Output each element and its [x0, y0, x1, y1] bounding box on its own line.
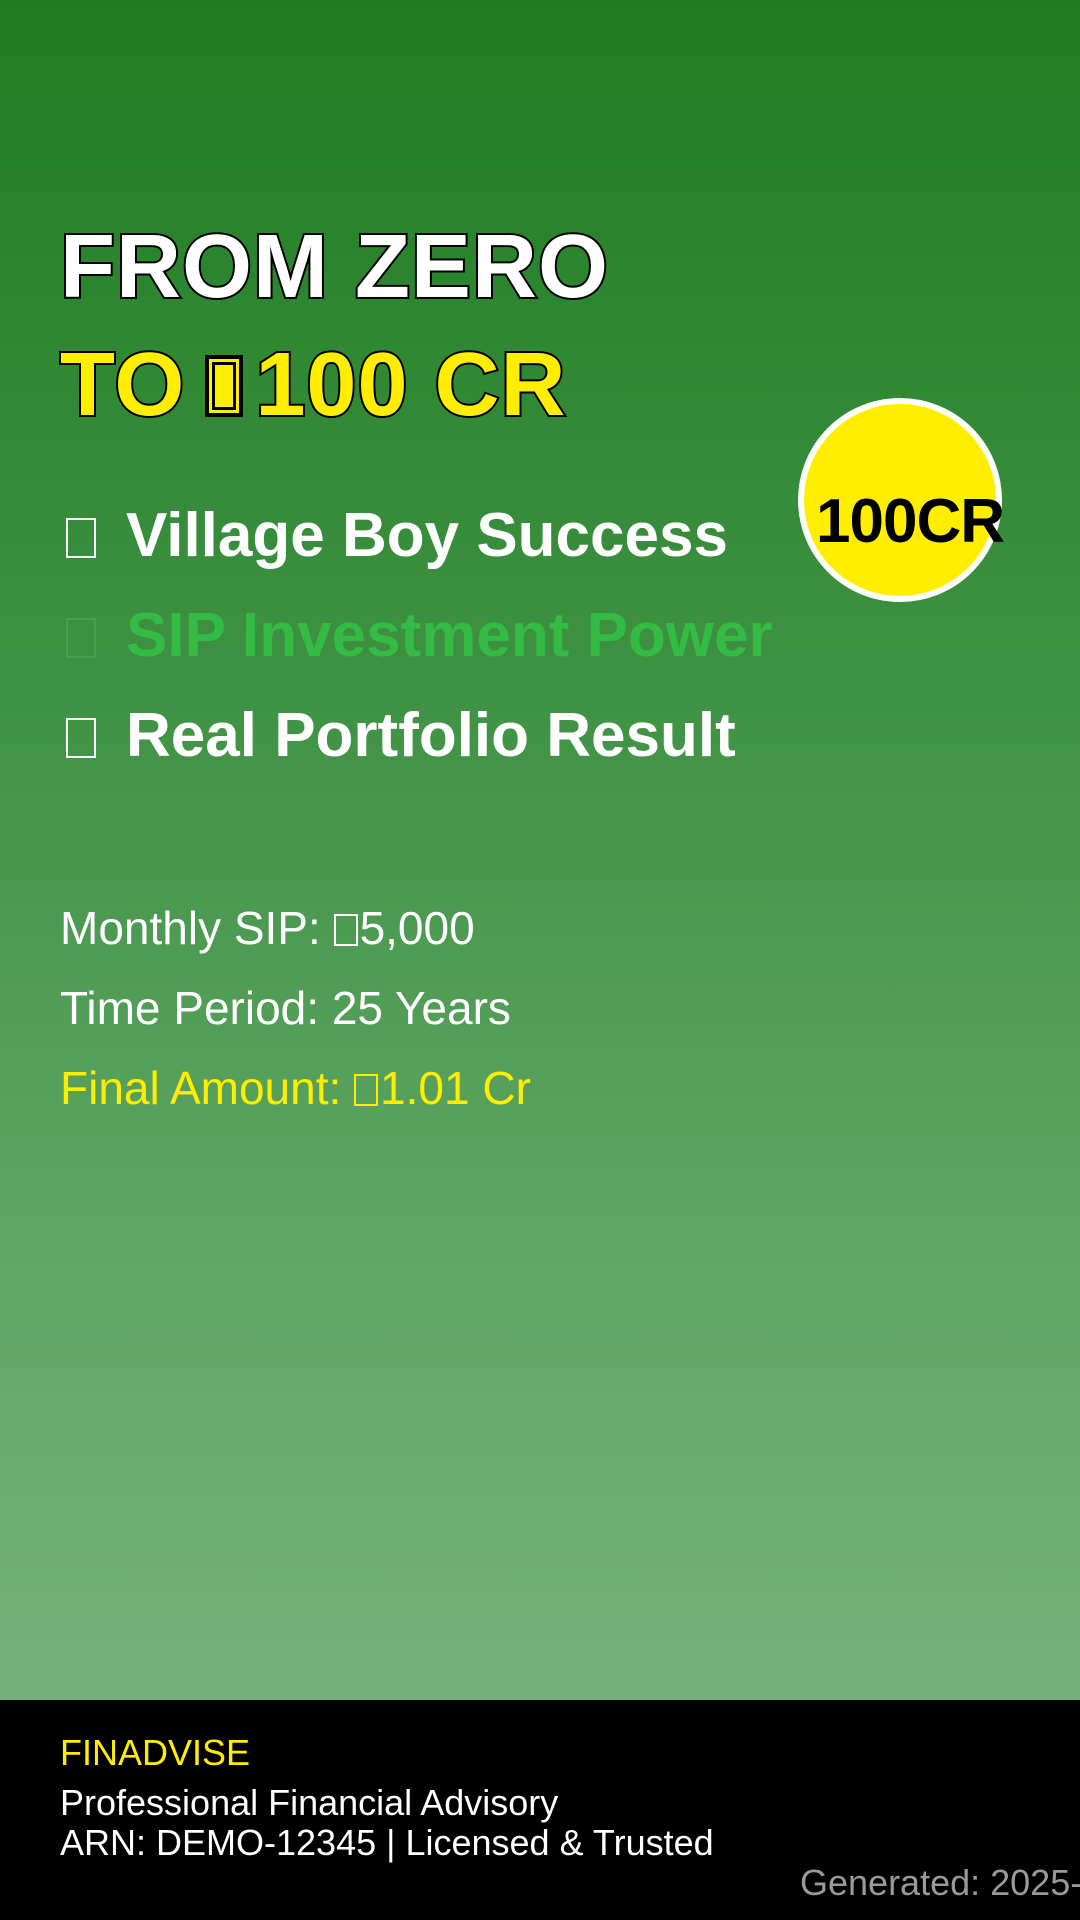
highlight-point-label: SIP Investment Power [126, 601, 773, 670]
bullet-icon [66, 718, 96, 758]
bullet-icon [66, 618, 96, 658]
arn-license-text: ARN: DEMO-12345 | Licensed & Trusted [60, 1822, 714, 1863]
rupee-icon [205, 355, 244, 417]
bullet-icon [66, 518, 96, 558]
final-amount-stat: Final Amount: 1.01 Cr [60, 1065, 531, 1111]
headline-line-2: TO 100 CR [58, 338, 568, 432]
amount-badge: 100CR [798, 398, 1005, 602]
brand-tagline: Professional Financial Advisory [60, 1782, 559, 1823]
time-period-stat: Time Period: 25 Years [60, 982, 511, 1034]
poster-background: FROM ZERO TO 100 CR 100CR Village Boy Suc… [0, 0, 1080, 1920]
headline-line-2-suffix: 100 CR [253, 335, 567, 435]
highlight-point-sip: SIP Investment Power [66, 605, 773, 667]
brand-name: FINADVISE [60, 1732, 251, 1773]
rupee-icon [354, 1074, 379, 1106]
final-amount-label: Final Amount: [60, 1062, 342, 1114]
footer-bar: FINADVISE Professional Financial Advisor… [0, 1700, 1080, 1920]
monthly-sip-label: Monthly SIP: [60, 902, 321, 954]
highlight-point-village: Village Boy Success [66, 505, 728, 567]
amount-badge-label: 100CR [816, 487, 1005, 556]
headline-line-1: FROM ZERO [58, 217, 610, 317]
highlight-point-label: Real Portfolio Result [126, 701, 736, 770]
rupee-icon [333, 914, 358, 946]
monthly-sip-value: 5,000 [359, 902, 475, 954]
generated-timestamp: Generated: 2025- [800, 1862, 1080, 1903]
final-amount-value: 1.01 Cr [380, 1062, 531, 1114]
headline-line-2-prefix: TO [58, 335, 186, 435]
highlight-point-label: Village Boy Success [126, 501, 728, 570]
highlight-point-portfolio: Real Portfolio Result [66, 705, 736, 767]
monthly-sip-stat: Monthly SIP: 5,000 [60, 905, 475, 951]
